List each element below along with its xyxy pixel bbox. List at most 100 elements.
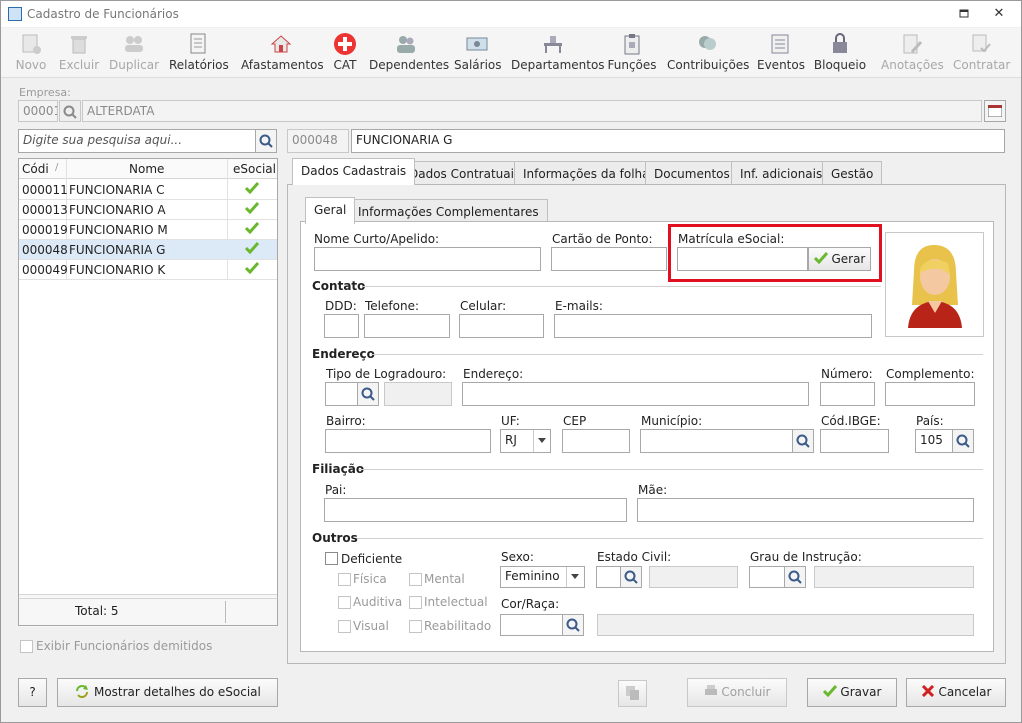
uf-select[interactable]: RJ <box>500 429 551 453</box>
tab-dados-contratuais[interactable]: Dados Contratuais <box>400 161 530 185</box>
table-row[interactable]: 000019 FUNCIONARIO M <box>19 220 277 240</box>
empresa-search-button[interactable] <box>59 100 81 122</box>
table-row-selected[interactable]: 000048 FUNCIONARIA G <box>19 240 277 260</box>
close-icon[interactable]: ✕ <box>986 4 1012 24</box>
gravar-button[interactable]: Gravar <box>807 678 897 707</box>
empresa-details-button[interactable] <box>984 100 1006 122</box>
bairro-input[interactable] <box>325 429 491 453</box>
municipio-input[interactable] <box>640 429 793 453</box>
toolbar-relatorios-button[interactable]: Relatórios <box>169 30 229 76</box>
cor-raca-search-button[interactable] <box>562 614 584 636</box>
municipio-search-button[interactable] <box>792 429 814 453</box>
toolbar-contribuicoes-button[interactable]: Contribuições <box>667 30 749 76</box>
app-icon <box>8 7 22 21</box>
mental-checkbox[interactable] <box>409 573 422 586</box>
endereco-input[interactable] <box>462 382 809 406</box>
grid-header-code[interactable]: Códi <box>22 162 49 176</box>
employee-photo[interactable] <box>885 232 984 337</box>
toolbar-funcoes-button[interactable]: Funções <box>607 30 657 76</box>
grid-header-name[interactable]: Nome <box>129 162 164 176</box>
table-row[interactable]: 000013 FUNCIONARIO A <box>19 200 277 220</box>
toolbar-bloqueio-button[interactable]: Bloqueio <box>813 30 867 76</box>
sort-icon: / <box>55 162 59 173</box>
report-icon <box>190 33 206 54</box>
ddd-input[interactable] <box>324 314 359 338</box>
estado-civil-input[interactable] <box>596 566 621 588</box>
celular-input[interactable] <box>459 314 544 338</box>
reabilitado-checkbox[interactable] <box>409 620 422 633</box>
search-icon <box>624 570 638 584</box>
grau-instrucao-search-button[interactable] <box>784 566 806 588</box>
tab-inf-adicionais[interactable]: Inf. adicionais <box>731 161 832 185</box>
fisica-checkbox[interactable] <box>338 573 351 586</box>
toolbar-cat-button[interactable]: CAT <box>329 30 361 76</box>
tab-documentos[interactable]: Documentos <box>645 161 739 185</box>
toolbar-departamentos-button[interactable]: Departamentos <box>511 30 605 76</box>
concluir-button[interactable]: Concluir <box>687 678 787 707</box>
toolbar-dependentes-button[interactable]: Dependentes <box>369 30 449 76</box>
deficiente-checkbox[interactable] <box>325 552 338 565</box>
employee-code-field[interactable]: 000048 <box>287 129 349 153</box>
restore-icon[interactable] <box>951 4 977 24</box>
tab-gestao[interactable]: Gestão <box>822 161 883 185</box>
emails-input[interactable] <box>554 314 872 338</box>
toolbar-eventos-button[interactable]: Eventos <box>757 30 805 76</box>
search-input[interactable]: Digite sua pesquisa aqui... <box>18 129 256 153</box>
pais-input[interactable]: 105 <box>915 429 953 453</box>
nome-curto-input[interactable] <box>314 247 541 271</box>
check-icon <box>244 202 260 217</box>
gerar-button[interactable]: Gerar <box>808 247 871 271</box>
intelectual-checkbox[interactable] <box>409 596 422 609</box>
cor-raca-input[interactable] <box>500 614 563 636</box>
numero-input[interactable] <box>820 382 875 406</box>
grid-header-esocial[interactable]: eSocial <box>233 162 276 176</box>
visual-checkbox[interactable] <box>338 620 351 633</box>
pai-input[interactable] <box>324 498 627 522</box>
empresa-name-field[interactable]: ALTERDATA <box>82 100 982 122</box>
subtab-geral[interactable]: Geral <box>305 197 356 224</box>
search-button[interactable] <box>255 129 277 153</box>
search-icon <box>63 105 77 119</box>
toolbar-salarios-button[interactable]: Salários <box>454 30 502 76</box>
table-row[interactable]: 000011 FUNCIONARIA C <box>19 180 277 200</box>
telefone-input[interactable] <box>364 314 450 338</box>
group-divider <box>357 538 983 539</box>
table-row[interactable]: 000049 FUNCIONARIO K <box>19 260 277 280</box>
mae-input[interactable] <box>637 498 974 522</box>
auditiva-checkbox[interactable] <box>338 596 351 609</box>
toolbar-anotacoes-button[interactable]: Anotações <box>881 30 944 76</box>
toolbar-excluir-button[interactable]: Excluir <box>58 30 100 76</box>
toolbar-novo-button[interactable]: Novo <box>11 30 51 76</box>
cep-input[interactable] <box>562 429 630 453</box>
ddd-label: DDD: <box>325 299 357 313</box>
help-button[interactable]: ? <box>18 678 47 707</box>
subtab-informacoes-complementares[interactable]: Informações Complementares <box>349 199 548 223</box>
lock-icon <box>833 33 847 53</box>
check-icon <box>244 182 260 197</box>
window: Cadastro de Funcionários ✕ Novo Excluir … <box>0 0 1022 723</box>
cartao-ponto-input[interactable] <box>551 247 667 271</box>
toolbar-contratar-button[interactable]: Contratar <box>953 30 1010 76</box>
grau-instrucao-input[interactable] <box>749 566 785 588</box>
emails-label: E-mails: <box>555 299 603 313</box>
complemento-input[interactable] <box>885 382 975 406</box>
mostrar-detalhes-esocial-button[interactable]: Mostrar detalhes do eSocial <box>57 678 278 707</box>
matricula-esocial-input[interactable] <box>677 247 808 271</box>
toolbar-duplicar-button[interactable]: Duplicar <box>109 30 159 76</box>
show-dismissed-checkbox[interactable] <box>20 640 33 653</box>
copy-button[interactable] <box>618 680 647 707</box>
tipo-logradouro-search-button[interactable] <box>357 382 379 406</box>
bairro-label: Bairro: <box>326 414 366 428</box>
tab-dados-cadastrais[interactable]: Dados Cadastrais <box>292 158 416 185</box>
tab-informacoes-folha[interactable]: Informações da folha <box>514 161 659 185</box>
pais-search-button[interactable] <box>952 429 974 453</box>
empresa-code-field[interactable]: 00001 <box>18 100 58 122</box>
sexo-select[interactable]: Feminino <box>500 566 585 588</box>
tipo-logradouro-input[interactable] <box>325 382 359 406</box>
contract-icon <box>972 34 991 53</box>
cancelar-button[interactable]: Cancelar <box>906 678 1006 707</box>
cod-ibge-input[interactable] <box>820 429 889 453</box>
toolbar-afastamentos-button[interactable]: Afastamentos <box>241 30 324 76</box>
employee-name-field[interactable]: FUNCIONARIA G <box>351 129 1005 153</box>
estado-civil-search-button[interactable] <box>620 566 642 588</box>
